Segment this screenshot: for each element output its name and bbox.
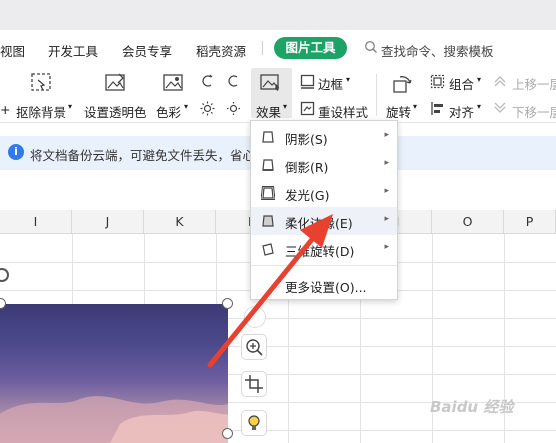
- baidu-watermark: Baidu 经验: [430, 398, 514, 416]
- tutorial-arrow: [207, 214, 333, 368]
